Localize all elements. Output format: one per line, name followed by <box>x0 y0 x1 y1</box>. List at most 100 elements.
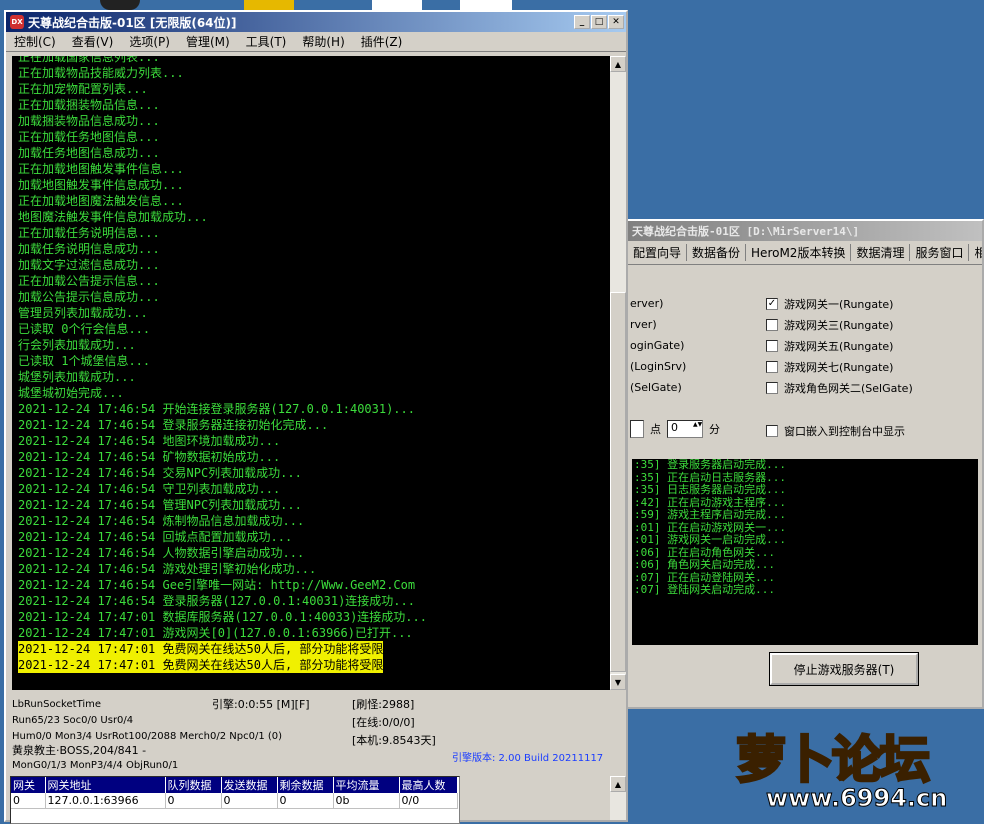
log-lines: 正在加载国家信息列表... 正在加载物品技能威力列表... 正在加宠物配置列表...… <box>18 56 610 673</box>
embed-option[interactable]: 窗口嵌入到控制台中显示 <box>766 423 905 439</box>
table-cell: 127.0.0.1:63966 <box>45 793 166 809</box>
control-log-line: :35] 登录服务器启动完成... <box>634 459 786 471</box>
column-header[interactable]: 最高人数 <box>399 777 458 793</box>
scroll-up-icon[interactable]: ▲ <box>610 776 626 792</box>
desktop-icon[interactable] <box>460 0 512 10</box>
log-line: 2021-12-24 17:46:54 炼制物品信息加载成功... <box>18 514 305 528</box>
app-icon: DX <box>10 15 24 29</box>
checkbox[interactable] <box>766 382 778 394</box>
option-left-4[interactable]: (LoginSrv) <box>630 360 686 373</box>
checkbox[interactable] <box>766 361 778 373</box>
desktop-icon[interactable] <box>372 0 422 10</box>
maximize-button[interactable]: □ <box>591 15 607 29</box>
table-cell: 0 <box>277 793 334 809</box>
log-line: 2021-12-24 17:46:54 游戏处理引擎初始化成功... <box>18 562 317 576</box>
menu-manage[interactable]: 管理(M) <box>186 33 230 50</box>
table-row[interactable]: 0 127.0.0.1:63966 0 0 0 0b 0/0 <box>11 793 458 809</box>
column-header[interactable]: 队列数据 <box>165 777 222 793</box>
checkbox[interactable] <box>766 425 778 437</box>
option-rungate-7[interactable]: 游戏网关七(Rungate) <box>766 359 893 375</box>
column-header[interactable]: 平均流量 <box>333 777 400 793</box>
watermark-logo: 萝卜论坛 www.6994.cn <box>730 718 984 822</box>
log-line: 2021-12-24 17:46:54 开始连接登录服务器(127.0.0.1:… <box>18 402 415 416</box>
watermark-url: www.6994.cn <box>765 784 948 813</box>
status-online: [在线:0/0/0] <box>352 716 415 729</box>
log-line: 城堡城初始完成... <box>18 386 124 400</box>
control-log-line: :35] 日志服务器启动完成... <box>634 483 786 496</box>
control-log-line: :01] 游戏网关一启动完成... <box>634 533 786 546</box>
desktop-icon[interactable] <box>100 0 140 10</box>
embed-label: 窗口嵌入到控制台中显示 <box>784 425 905 438</box>
option-rungate-1[interactable]: ✓ 游戏网关一(Rungate) <box>766 296 893 312</box>
stop-game-server-button[interactable]: 停止游戏服务器(T) <box>769 652 919 686</box>
checkbox[interactable] <box>766 319 778 331</box>
minimize-button[interactable]: _ <box>574 15 590 29</box>
gate-table: 网关 网关地址 队列数据 发送数据 剩余数据 平均流量 最高人数 0 127.0… <box>10 776 460 824</box>
log-line: 2021-12-24 17:46:54 人物数据引擎启动成功... <box>18 546 305 560</box>
log-line: 加载捆装物品信息成功... <box>18 114 160 128</box>
log-line: 管理员列表加载成功... <box>18 306 148 320</box>
tab-config-wizard[interactable]: 配置向导 <box>628 244 688 261</box>
server-log-console: 正在加载国家信息列表... 正在加载物品技能威力列表... 正在加宠物配置列表...… <box>12 56 610 690</box>
checkbox[interactable] <box>766 340 778 352</box>
log-line: 加载任务说明信息成功... <box>18 242 160 256</box>
log-line: 2021-12-24 17:46:54 守卫列表加载成功... <box>18 482 281 496</box>
table-header-row: 网关 网关地址 队列数据 发送数据 剩余数据 平均流量 最高人数 <box>11 777 458 793</box>
option-selgate-2[interactable]: 游戏角色网关二(SelGate) <box>766 380 913 396</box>
tab-herom2-convert[interactable]: HeroM2版本转换 <box>746 244 852 261</box>
column-header[interactable]: 网关地址 <box>45 777 166 793</box>
log-line: 正在加载地图魔法触发信息... <box>18 194 184 208</box>
hour-spin-arrows[interactable] <box>630 420 644 438</box>
minute-spinner[interactable]: 0 <box>667 420 703 438</box>
column-header[interactable]: 剩余数据 <box>277 777 334 793</box>
tab-data-cleanup[interactable]: 数据清理 <box>851 244 911 261</box>
status-local: [本机:9.8543天] <box>352 734 436 747</box>
option-left-5[interactable]: (SelGate) <box>630 381 682 394</box>
log-line: 城堡列表加载成功... <box>18 370 136 384</box>
column-header[interactable]: 发送数据 <box>221 777 278 793</box>
option-rungate-3[interactable]: 游戏网关三(Rungate) <box>766 317 893 333</box>
scroll-down-icon[interactable]: ▼ <box>610 674 626 690</box>
desktop-icon[interactable] <box>244 0 294 10</box>
close-button[interactable]: ✕ <box>608 15 624 29</box>
main-titlebar[interactable]: DX 天尊战纪合击版-01区 [无限版(64位)] _ □ ✕ <box>6 12 626 32</box>
option-left-1[interactable]: erver) <box>630 297 663 310</box>
table-scrollbar[interactable]: ▲ <box>610 776 626 820</box>
log-line: 已读取 0个行会信息... <box>18 322 151 336</box>
log-line: 2021-12-24 17:46:54 地图环境加载成功... <box>18 434 281 448</box>
watermark-title: 萝卜论坛 <box>735 730 932 791</box>
control-log-line: :59] 游戏主程序启动完成... <box>634 508 786 521</box>
option-rungate-5[interactable]: 游戏网关五(Rungate) <box>766 338 893 354</box>
scroll-up-icon[interactable]: ▲ <box>610 56 626 72</box>
log-line: 2021-12-24 17:46:54 登录服务器(127.0.0.1:4003… <box>18 594 415 608</box>
option-label: 游戏网关三(Rungate) <box>784 319 894 332</box>
option-left-3[interactable]: oginGate) <box>630 339 684 352</box>
tab-data-backup[interactable]: 数据备份 <box>687 244 747 261</box>
status-panel: LbRunSocketTime Run65/23 Soc0/0 Usr0/4 H… <box>10 696 624 786</box>
log-line: 加载任务地图信息成功... <box>18 146 160 160</box>
log-line: 2021-12-24 17:46:54 Gee引擎唯一网站: http://Ww… <box>18 578 416 592</box>
menu-plugins[interactable]: 插件(Z) <box>361 33 403 50</box>
menu-view[interactable]: 查看(V) <box>72 33 114 50</box>
log-line: 正在加宠物配置列表... <box>18 82 148 96</box>
log-line: 2021-12-24 17:47:01 数据库服务器(127.0.0.1:400… <box>18 610 427 624</box>
log-scrollbar[interactable]: ▲ ▼ <box>610 56 626 690</box>
checkbox-checked[interactable]: ✓ <box>766 298 778 310</box>
scroll-thumb[interactable] <box>610 292 626 672</box>
log-line: 正在加载物品技能威力列表... <box>18 66 184 80</box>
menu-bar: 控制(C) 查看(V) 选项(P) 管理(M) 工具(T) 帮助(H) 插件(Z… <box>6 32 626 52</box>
log-line: 2021-12-24 17:46:54 登录服务器连接初始化完成... <box>18 418 329 432</box>
menu-tools[interactable]: 工具(T) <box>246 33 287 50</box>
column-header[interactable]: 网关 <box>11 777 46 793</box>
option-left-2[interactable]: rver) <box>630 318 657 331</box>
log-line: 正在加载国家信息列表... <box>18 56 160 64</box>
menu-control[interactable]: 控制(C) <box>14 33 56 50</box>
table-cell: 0 <box>221 793 278 809</box>
control-window-titlebar[interactable]: 天尊战纪合击版-01区 [D:\MirServer14\] <box>628 221 982 241</box>
menu-help[interactable]: 帮助(H) <box>302 33 344 50</box>
menu-options[interactable]: 选项(P) <box>129 33 170 50</box>
status-refresh: [刷怪:2988] <box>352 698 415 711</box>
tab-related[interactable]: 相关 <box>969 244 982 261</box>
option-label: 游戏角色网关二(SelGate) <box>784 382 913 395</box>
tab-service-window[interactable]: 服务窗口 <box>910 244 970 261</box>
